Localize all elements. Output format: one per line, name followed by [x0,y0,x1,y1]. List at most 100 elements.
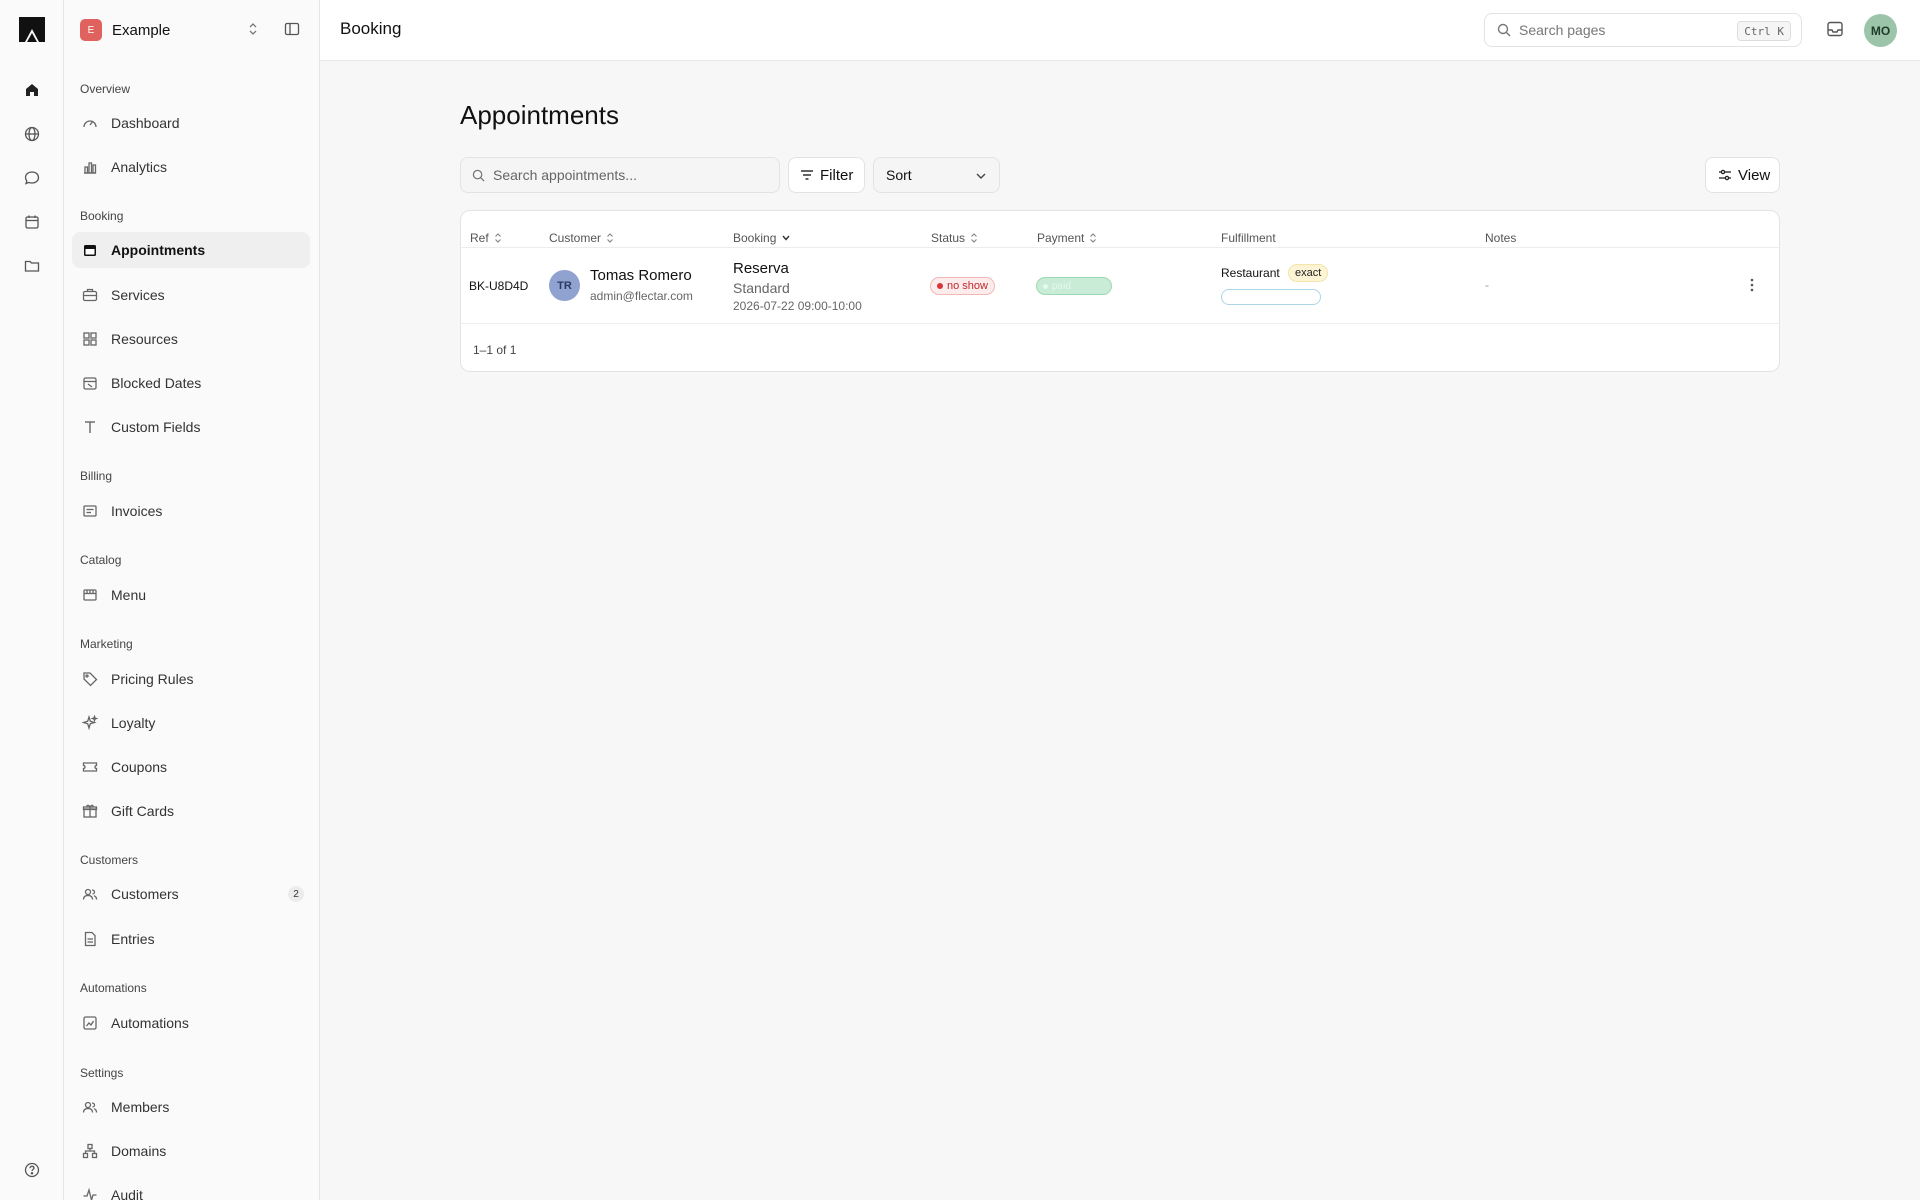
sidebar-item-members[interactable]: Members [72,1089,310,1125]
appointments-search-input[interactable]: Search appointments... [460,157,780,193]
sidebar-item-label: Customers [111,886,179,902]
sidebar-item-domains[interactable]: Domains [72,1133,310,1169]
sliders-icon [1719,169,1731,181]
sidebar-item-customers[interactable]: Customers 2 [72,876,310,912]
sidebar-item-label: Pricing Rules [111,671,194,687]
customer-avatar: TR [549,270,580,301]
pagination-info: 1–1 of 1 [473,343,517,357]
sidebar-item-audit[interactable]: Audit [72,1177,310,1200]
users-icon [82,886,98,902]
sidebar-toggle-icon[interactable] [284,21,300,37]
sidebar-item-custom-fields[interactable]: Custom Fields [72,409,310,445]
folder-icon[interactable] [22,256,42,276]
chat-icon[interactable] [22,168,42,188]
store-icon [82,587,98,603]
status-dot [937,283,943,289]
tag-icon [82,671,98,687]
ref-cell[interactable]: BK-U8D4D [469,279,528,293]
invoice-icon [82,503,98,519]
inbox-icon[interactable] [1826,20,1846,40]
sidebar-item-pricing-rules[interactable]: Pricing Rules [72,661,310,697]
sidebar-item-dashboard[interactable]: Dashboard [72,105,310,141]
filter-button[interactable]: Filter [788,157,865,193]
fulfillment-label: Restaurant [1221,266,1280,280]
shortcut-hint: Ctrl K [1737,21,1791,41]
help-icon[interactable] [22,1160,42,1180]
sidebar-item-label: Gift Cards [111,803,175,819]
sort-select[interactable]: Sort [873,157,1000,193]
workflow-icon [82,1015,98,1031]
calendar-off-icon [82,375,98,391]
sidebar-item-menu[interactable]: Menu [72,577,310,613]
payment-label: paid [1052,280,1071,292]
globe-icon[interactable] [22,124,42,144]
calendar-icon[interactable] [22,212,42,232]
sidebar: E Example Overview Dashboard Analytics B… [64,0,320,1200]
sidebar-item-blocked-dates[interactable]: Blocked Dates [72,365,310,401]
sidebar-item-label: Analytics [111,159,168,175]
sort-label: Sort [886,167,912,183]
workspace-badge: E [80,19,102,41]
text-icon [82,419,98,435]
column-header-customer[interactable]: Customer [549,231,614,245]
sidebar-item-loyalty[interactable]: Loyalty [72,705,310,741]
gift-icon [82,803,98,819]
sidebar-item-analytics[interactable]: Analytics [72,149,310,185]
sidebar-item-entries[interactable]: Entries [72,921,310,957]
section-marketing: Marketing [80,637,133,651]
sidebar-item-label: Dashboard [111,115,180,131]
sidebar-item-label: Entries [111,931,155,947]
notes-cell: - [1485,278,1489,292]
customer-email: admin@flectar.com [590,289,693,303]
booking-time: 2026-07-22 09:00-10:00 [733,299,862,313]
sidebar-item-automations[interactable]: Automations [72,1005,310,1041]
page-title: Booking [340,19,402,38]
column-header-notes: Notes [1485,231,1517,245]
payment-dot [1043,283,1048,289]
user-avatar[interactable]: MO [1864,14,1897,47]
briefcase-icon [82,287,98,303]
app-logo-icon[interactable] [18,15,46,43]
network-icon [82,1143,98,1159]
users-icon [82,1099,98,1115]
customer-name[interactable]: Tomas Romero [590,267,692,284]
column-header-status[interactable]: Status [931,231,978,245]
sort-icon [607,233,613,243]
home-icon[interactable] [22,80,42,100]
section-catalog: Catalog [80,553,122,567]
sidebar-item-label: Menu [111,587,147,603]
booking-title: Reserva [733,260,789,277]
sidebar-item-label: Custom Fields [111,419,201,435]
column-header-ref[interactable]: Ref [470,231,502,245]
sidebar-item-appointments[interactable]: Appointments [72,232,310,268]
section-booking: Booking [80,209,124,223]
sidebar-item-label: Audit [111,1187,143,1200]
sidebar-item-resources[interactable]: Resources [72,321,310,357]
search-placeholder: Search appointments... [493,167,637,183]
workspace-switcher[interactable]: E Example [80,17,304,43]
gauge-icon [82,115,98,131]
sidebar-item-services[interactable]: Services [72,277,310,313]
status-badge: no show [930,277,995,295]
sort-icon [1090,233,1097,243]
table-row[interactable]: BK-U8D4D TR Tomas Romero admin@flectar.c… [461,247,1779,324]
appointments-table: Ref Customer Booking Status Payment Fulf… [460,210,1780,372]
sidebar-item-invoices[interactable]: Invoices [72,493,310,529]
page-search-input[interactable]: Search pages Ctrl K [1484,13,1802,47]
booking-type: Standard [733,280,790,296]
activity-icon [82,1187,98,1200]
column-header-payment[interactable]: Payment [1037,231,1097,245]
view-button[interactable]: View [1705,157,1780,193]
view-label: View [1738,166,1771,184]
chevron-up-down-icon [249,23,257,35]
more-actions-icon[interactable] [1744,275,1760,295]
sidebar-item-label: Blocked Dates [111,375,202,391]
bar-chart-icon [82,159,98,175]
sidebar-item-gift-cards[interactable]: Gift Cards [72,793,310,829]
column-header-booking[interactable]: Booking [733,231,791,245]
top-bar: Booking Search pages Ctrl K MO [320,0,1920,61]
file-icon [82,931,98,947]
sidebar-item-label: Members [111,1099,170,1115]
filter-label: Filter [820,166,854,184]
sidebar-item-coupons[interactable]: Coupons [72,749,310,785]
